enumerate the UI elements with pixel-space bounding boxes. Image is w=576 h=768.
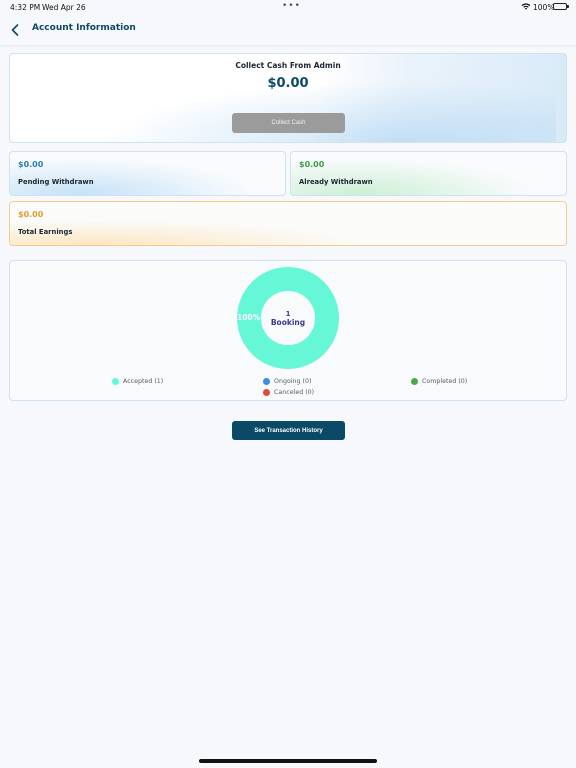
battery-tip: [567, 5, 569, 8]
legend-dot-completed: [411, 378, 418, 385]
collect-cash-card: Collect Cash From Admin $0.00 Collect Ca…: [9, 53, 567, 143]
already-withdrawn-card: $0.00 Already Withdrawn: [290, 151, 567, 196]
booking-chart-card: 1 Booking 100% Accepted (1) Ongoing (0) …: [9, 260, 567, 401]
battery-icon: [553, 3, 567, 10]
legend-item-completed[interactable]: Completed (0): [411, 378, 467, 385]
legend-dot-canceled: [263, 389, 270, 396]
already-withdrawn-amount: $0.00: [299, 160, 325, 169]
legend-label-completed: Completed (0): [422, 378, 468, 385]
battery-percentage: 100%: [533, 3, 555, 12]
back-button[interactable]: [8, 22, 22, 38]
chevron-left-icon: [11, 24, 19, 36]
collect-cash-amount: $0.00: [267, 76, 309, 91]
home-indicator[interactable]: [199, 759, 377, 763]
page-title: Account Information: [32, 23, 136, 33]
slice-percent-label: 100%: [237, 313, 261, 322]
booking-count: 1: [285, 309, 291, 318]
collect-cash-title: Collect Cash From Admin: [235, 61, 341, 70]
pending-withdrawn-amount: $0.00: [18, 160, 44, 169]
status-date: Wed Apr 26: [42, 3, 86, 12]
legend-dot-ongoing: [263, 378, 270, 385]
total-earnings-amount: $0.00: [18, 210, 44, 219]
navigation-header: Account Information: [0, 14, 576, 46]
pending-withdrawn-label: Pending Withdrawn: [18, 178, 94, 186]
legend-item-ongoing[interactable]: Ongoing (0): [263, 378, 311, 385]
wifi-icon: [521, 3, 531, 10]
legend-label-canceled: Canceled (0): [274, 389, 315, 396]
legend-item-accepted[interactable]: Accepted (1): [112, 378, 163, 385]
legend-item-canceled[interactable]: Canceled (0): [263, 389, 314, 396]
see-transaction-history-button[interactable]: See Transaction History: [232, 421, 345, 440]
multitasking-dots-icon[interactable]: •••: [282, 1, 301, 11]
pending-withdrawn-card: $0.00 Pending Withdrawn: [9, 151, 286, 196]
status-bar: 4:32 PM Wed Apr 26 ••• 100%: [0, 0, 576, 14]
booking-unit: Booking: [270, 317, 306, 327]
legend-label-accepted: Accepted (1): [123, 378, 164, 385]
legend-dot-accepted: [112, 378, 119, 385]
already-withdrawn-label: Already Withdrawn: [299, 178, 373, 186]
collect-cash-button[interactable]: Collect Cash: [232, 113, 345, 133]
legend-label-ongoing: Ongoing (0): [274, 378, 312, 385]
status-time: 4:32 PM: [10, 3, 41, 12]
total-earnings-card: $0.00 Total Earnings: [9, 201, 567, 246]
total-earnings-label: Total Earnings: [18, 228, 73, 236]
